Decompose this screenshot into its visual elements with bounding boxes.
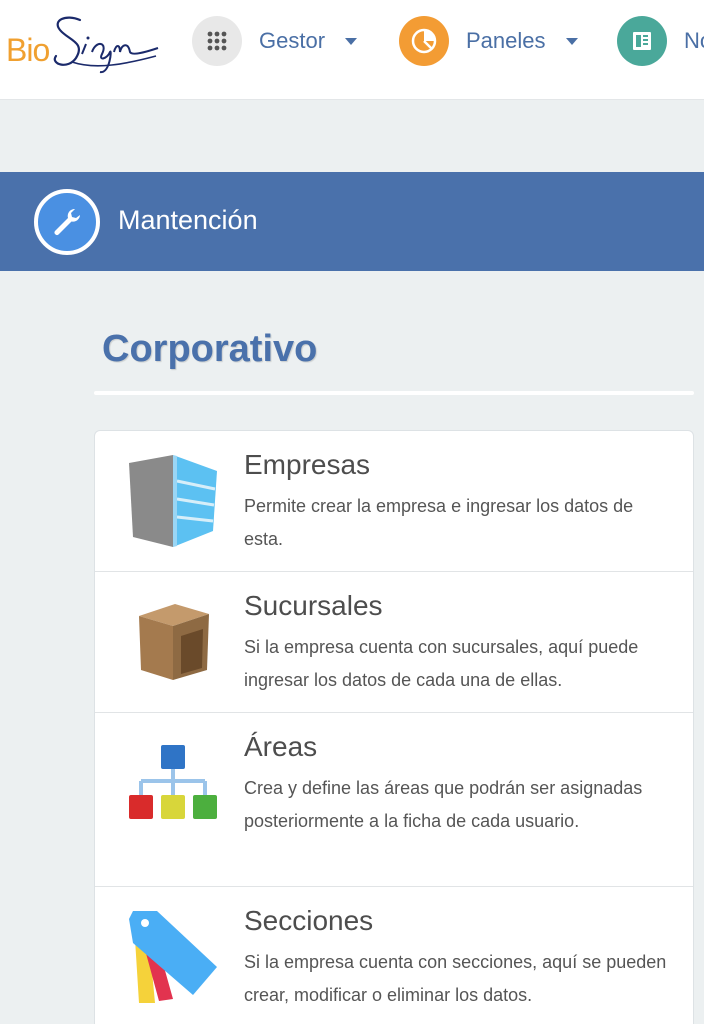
nav-third-label: No xyxy=(684,28,704,53)
list-item-description: Crea y define las áreas que podrán ser a… xyxy=(244,778,643,831)
nav-paneles[interactable]: Paneles xyxy=(399,16,578,66)
tags-icon xyxy=(129,911,217,1003)
logo-text: Bio xyxy=(6,32,50,68)
store-box-icon xyxy=(139,604,209,680)
list-item-areas[interactable]: Áreas Crea y define las áreas que podrán… xyxy=(95,713,693,887)
biosign-logo[interactable]: Bio xyxy=(6,12,166,82)
chevron-down-icon xyxy=(345,37,358,45)
list-item-description: Permite crear la empresa e ingresar los … xyxy=(244,496,634,549)
logo-signature-icon xyxy=(53,16,159,73)
section-header: Mantención xyxy=(0,172,704,271)
list-item-title: Empresas xyxy=(244,449,371,480)
list-item-title: Secciones xyxy=(244,905,374,936)
group-title: Corporativo xyxy=(102,328,318,370)
pie-chart-icon xyxy=(399,16,449,66)
list-item-description: Si la empresa cuenta con secciones, aquí… xyxy=(244,952,667,1005)
nav-gestor[interactable]: Gestor xyxy=(192,16,358,66)
org-chart-icon xyxy=(129,745,217,819)
list-item-sucursales[interactable]: Sucursales Si la empresa cuenta con sucu… xyxy=(95,572,693,713)
list-item-description: Si la empresa cuenta con sucursales, aqu… xyxy=(244,637,639,690)
list-item-secciones[interactable]: Secciones Si la empresa cuenta con secci… xyxy=(95,887,693,1024)
list-item-title: Sucursales xyxy=(244,590,383,621)
building-icon xyxy=(129,455,217,547)
top-navbar: Bio Gestor Paneles N xyxy=(0,0,704,100)
list-item-title: Áreas xyxy=(244,731,318,762)
divider xyxy=(94,391,694,395)
nav-gestor-label: Gestor xyxy=(259,28,326,53)
newspaper-icon xyxy=(617,16,667,66)
menu-card: Empresas Permite crear la empresa e ingr… xyxy=(94,430,694,1024)
nav-third[interactable]: No xyxy=(617,16,704,66)
list-item-empresas[interactable]: Empresas Permite crear la empresa e ingr… xyxy=(95,431,693,572)
wrench-icon xyxy=(34,189,100,255)
section-title: Mantención xyxy=(118,205,258,235)
chevron-down-icon xyxy=(565,37,578,45)
apps-grid-icon xyxy=(192,16,242,66)
nav-paneles-label: Paneles xyxy=(466,28,546,53)
